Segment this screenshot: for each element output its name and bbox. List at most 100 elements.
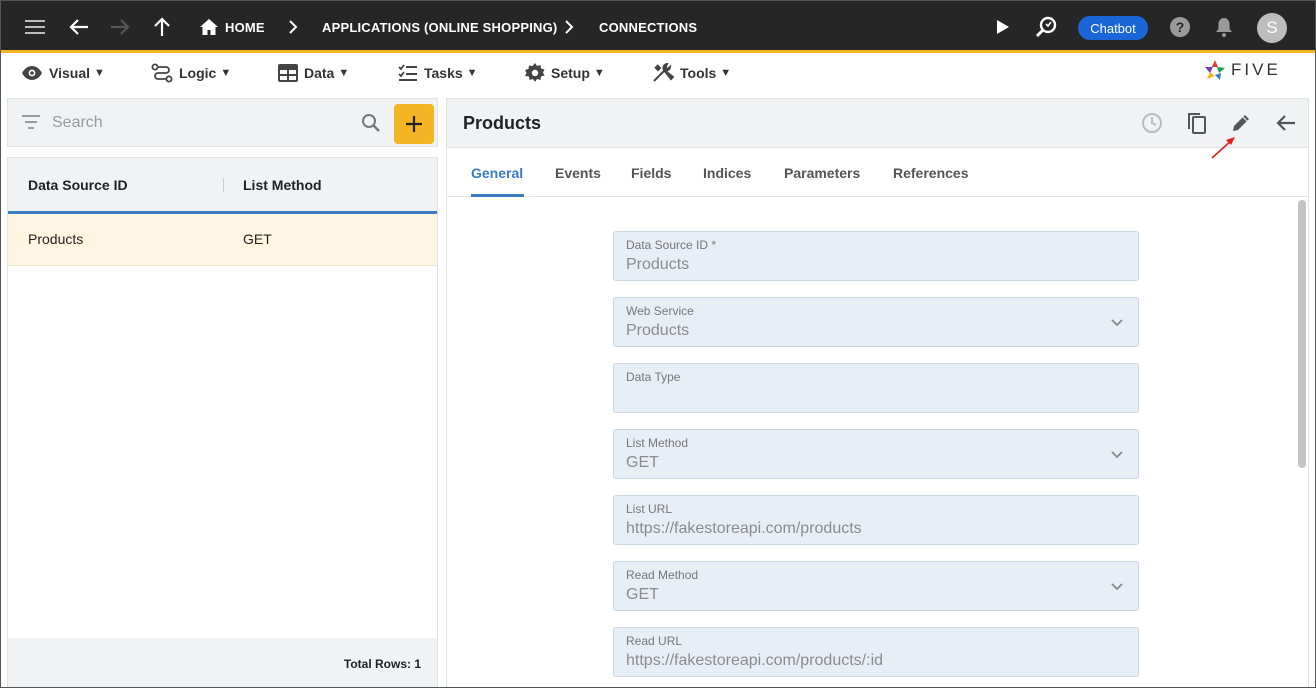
- column-header-data-source-id[interactable]: Data Source ID: [28, 177, 128, 193]
- read-method-select[interactable]: Read Method GET: [613, 561, 1139, 611]
- red-annotation-arrow-icon: [1211, 137, 1235, 159]
- menu-bar: Visual ▼ Logic ▼ Data ▼ Tasks ▼ Setup ▼ …: [1, 56, 1315, 90]
- menu-data[interactable]: Data ▼: [278, 63, 349, 83]
- field-value: GET: [626, 586, 659, 603]
- tab-bar: General Events Fields Indices Parameters…: [447, 149, 1308, 197]
- grid-header: Data Source ID List Method: [8, 158, 437, 214]
- menu-tasks-label: Tasks: [424, 65, 463, 81]
- field-value: https://fakestoreapi.com/products: [626, 520, 862, 537]
- breadcrumb-applications[interactable]: APPLICATIONS (ONLINE SHOPPING): [322, 20, 557, 35]
- chatbot-button[interactable]: Chatbot: [1078, 16, 1148, 40]
- play-icon[interactable]: [991, 15, 1015, 39]
- top-bar: HOME APPLICATIONS (ONLINE SHOPPING) CONN…: [1, 1, 1315, 53]
- menu-logic-label: Logic: [179, 65, 217, 81]
- chevron-down-icon: [1111, 451, 1123, 459]
- history-icon[interactable]: [1140, 111, 1164, 135]
- data-source-id-field[interactable]: Data Source ID * Products: [613, 231, 1139, 281]
- field-label: List Method: [626, 436, 689, 450]
- svg-text:?: ?: [1176, 19, 1185, 35]
- hamburger-menu-icon[interactable]: [23, 15, 47, 39]
- form-scrollbar[interactable]: [1298, 200, 1306, 468]
- menu-tasks[interactable]: Tasks ▼: [398, 63, 478, 83]
- data-type-field[interactable]: Data Type: [613, 363, 1139, 413]
- detail-title: Products: [463, 113, 542, 133]
- breadcrumb-connections[interactable]: CONNECTIONS: [599, 20, 697, 35]
- add-record-button[interactable]: [394, 104, 434, 144]
- five-logo-mark-icon: [1205, 60, 1225, 80]
- field-label: Data Type: [626, 370, 681, 384]
- user-avatar[interactable]: S: [1257, 13, 1287, 43]
- detail-panel: Products General Events Fields Indices P…: [446, 98, 1309, 687]
- chevron-down-icon: [1111, 319, 1123, 327]
- field-value: GET: [626, 454, 659, 471]
- caret-down-icon: ▼: [593, 67, 605, 79]
- menu-data-label: Data: [304, 65, 335, 81]
- active-tab-indicator: [471, 194, 524, 197]
- gear-icon: [525, 63, 545, 82]
- tools-icon: [653, 63, 674, 82]
- search-icon[interactable]: [361, 113, 381, 133]
- eye-icon: [22, 66, 42, 80]
- breadcrumb-chevron-icon: [289, 20, 298, 34]
- chevron-down-icon: [1111, 583, 1123, 591]
- grid-footer: Total Rows: 1: [8, 638, 437, 687]
- menu-tools-label: Tools: [680, 65, 717, 81]
- tab-events[interactable]: Events: [555, 165, 601, 181]
- help-icon[interactable]: ?: [1168, 15, 1192, 39]
- tab-fields[interactable]: Fields: [631, 165, 671, 181]
- list-url-field[interactable]: List URL https://fakestoreapi.com/produc…: [613, 495, 1139, 545]
- five-logo: FIVE: [1203, 58, 1293, 82]
- logic-icon: [151, 63, 173, 83]
- read-url-field[interactable]: Read URL https://fakestoreapi.com/produc…: [613, 627, 1139, 677]
- cell-list-method: GET: [243, 231, 272, 247]
- app-window: HOME APPLICATIONS (ONLINE SHOPPING) CONN…: [0, 0, 1316, 688]
- search-input[interactable]: Search: [52, 114, 103, 132]
- breadcrumb-home[interactable]: HOME: [225, 20, 265, 35]
- field-label: List URL: [626, 502, 673, 516]
- caret-down-icon: ▼: [720, 67, 732, 79]
- menu-setup[interactable]: Setup ▼: [525, 63, 605, 83]
- menu-visual[interactable]: Visual ▼: [21, 63, 105, 83]
- search-bar: Search: [7, 98, 438, 147]
- column-divider[interactable]: [223, 178, 224, 192]
- forward-arrow-icon[interactable]: [108, 15, 132, 39]
- breadcrumb-chevron-icon: [565, 20, 574, 34]
- menu-visual-label: Visual: [49, 65, 90, 81]
- table-row[interactable]: Products GET: [8, 214, 437, 266]
- five-logo-text: FIVE: [1231, 60, 1281, 79]
- data-grid: Data Source ID List Method Products GET …: [7, 157, 438, 687]
- copy-icon[interactable]: [1185, 111, 1209, 135]
- field-label: Read URL: [626, 634, 683, 648]
- field-value: https://fakestoreapi.com/products/:id: [626, 652, 884, 669]
- back-arrow-icon[interactable]: [67, 15, 91, 39]
- close-back-arrow-icon[interactable]: [1274, 111, 1298, 135]
- field-value: Products: [626, 322, 690, 339]
- tab-general[interactable]: General: [471, 165, 523, 181]
- menu-setup-label: Setup: [551, 65, 590, 81]
- menu-logic[interactable]: Logic ▼: [151, 63, 231, 83]
- edit-pencil-icon[interactable]: [1229, 111, 1253, 135]
- caret-down-icon: ▼: [338, 67, 350, 79]
- field-label: Read Method: [626, 568, 699, 582]
- notification-bell-icon[interactable]: [1212, 15, 1236, 39]
- filter-icon[interactable]: [22, 115, 40, 129]
- up-arrow-icon[interactable]: [150, 15, 174, 39]
- caret-down-icon: ▼: [220, 67, 232, 79]
- tab-indices[interactable]: Indices: [703, 165, 751, 181]
- tab-parameters[interactable]: Parameters: [784, 165, 860, 181]
- field-label: Data Source ID *: [626, 238, 717, 252]
- menu-tools[interactable]: Tools ▼: [652, 63, 731, 83]
- search-debug-icon[interactable]: [1034, 15, 1058, 39]
- tab-references[interactable]: References: [893, 165, 969, 181]
- list-panel: Search Data Source ID List Method Produc…: [7, 98, 438, 687]
- home-icon[interactable]: [197, 15, 221, 39]
- field-label: Web Service: [626, 304, 694, 318]
- plus-icon: [406, 116, 422, 132]
- caret-down-icon: ▼: [466, 67, 478, 79]
- table-icon: [278, 64, 298, 82]
- tasks-icon: [398, 64, 417, 81]
- cell-data-source-id: Products: [28, 231, 84, 247]
- column-header-list-method[interactable]: List Method: [243, 177, 322, 193]
- web-service-select[interactable]: Web Service Products: [613, 297, 1139, 347]
- list-method-select[interactable]: List Method GET: [613, 429, 1139, 479]
